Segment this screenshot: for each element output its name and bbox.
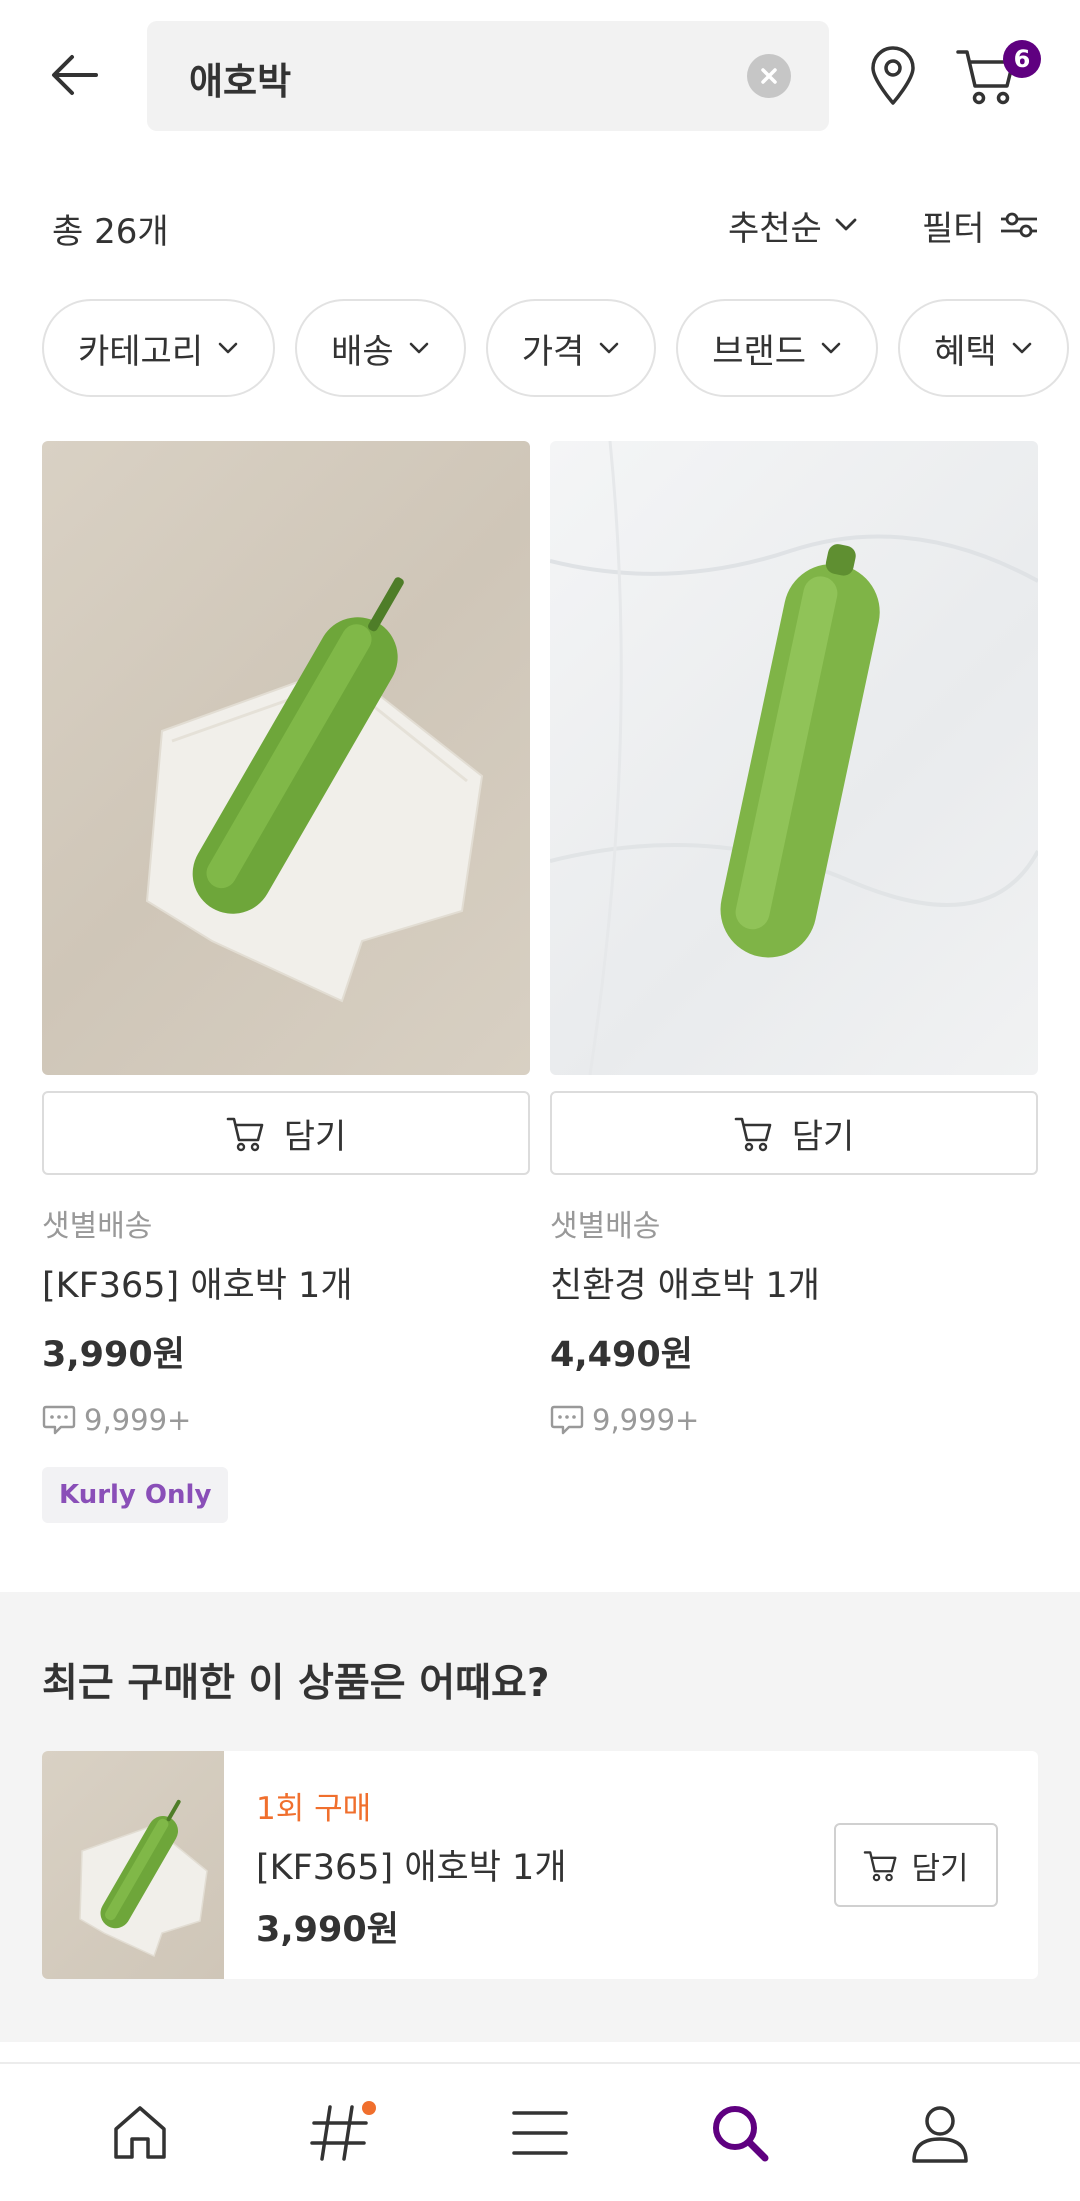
chip-label: 혜택: [934, 331, 997, 372]
sort-dropdown[interactable]: 추천순: [728, 202, 858, 249]
review-count: 9,999+: [42, 1403, 530, 1437]
nav-menu[interactable]: [490, 2083, 590, 2183]
chip-delivery[interactable]: 배송: [295, 299, 466, 397]
sliders-icon: [1000, 212, 1037, 238]
add-to-cart-button[interactable]: 담기: [42, 1091, 530, 1175]
product-card[interactable]: 담기 샛별배송 [KF365] 애호박 1개 3,990원 9,999+ Kur…: [42, 441, 530, 1523]
cart-icon: [734, 1117, 772, 1152]
filter-button[interactable]: 필터: [922, 202, 1039, 249]
filter-chips: 카테고리 배송 가격 브랜드 혜택: [42, 299, 1080, 399]
chip-brand[interactable]: 브랜드: [676, 299, 879, 397]
total-count: 총 26개: [52, 212, 169, 252]
recent-product-image[interactable]: [42, 1751, 224, 1979]
add-to-cart-button[interactable]: 담기: [834, 1823, 998, 1907]
nav-home[interactable]: [90, 2083, 190, 2183]
zucchini-thumbnail: [79, 1799, 208, 1958]
nav-hashtag[interactable]: [290, 2083, 390, 2183]
review-count: 9,999+: [550, 1403, 1038, 1437]
recent-product-name[interactable]: [KF365] 애호박 1개: [256, 1839, 567, 1890]
clear-search-button[interactable]: [747, 54, 791, 98]
search-query: 애호박: [189, 60, 292, 103]
chevron-down-icon: [599, 342, 619, 354]
review-count-text: 9,999+: [592, 1403, 700, 1437]
sort-label: 추천순: [728, 208, 822, 249]
chip-label: 배송: [331, 331, 394, 372]
bottom-navigation: [0, 2062, 1080, 2201]
add-label: 담기: [911, 1850, 969, 1887]
delivery-type: 샛별배송: [42, 1209, 153, 1244]
menu-icon: [512, 2110, 568, 2155]
chip-label: 브랜드: [712, 331, 807, 372]
review-count-text: 9,999+: [84, 1403, 192, 1437]
chip-label: 카테고리: [78, 331, 204, 372]
product-price: 3,990원: [42, 1335, 185, 1375]
nav-mypage[interactable]: [890, 2083, 990, 2183]
add-to-cart-button[interactable]: 담기: [550, 1091, 1038, 1175]
comment-icon: [550, 1405, 584, 1435]
cart-icon: [226, 1117, 264, 1152]
chevron-down-icon: [821, 342, 841, 354]
close-icon: [761, 68, 777, 84]
user-icon: [912, 2105, 968, 2163]
results-summary: 총 26개 추천순 필터: [0, 190, 1080, 260]
chevron-down-icon: [409, 342, 428, 354]
nav-search[interactable]: [690, 2083, 790, 2183]
recent-purchase-section: 최근 구매한 이 상품은 어때요? 1회 구매 [KF365] 애호박 1개 3…: [0, 1592, 1080, 2042]
product-price: 4,490원: [550, 1335, 693, 1375]
chip-benefit[interactable]: 혜택: [898, 299, 1069, 397]
location-button[interactable]: [860, 38, 926, 114]
filter-label: 필터: [922, 208, 985, 249]
search-input[interactable]: 애호박: [147, 21, 829, 131]
zucchini-on-cloth-image: [145, 577, 484, 1003]
product-card[interactable]: 담기 샛별배송 친환경 애호박 1개 4,490원 9,999+: [550, 441, 1038, 1437]
new-indicator-dot: [362, 2100, 376, 2115]
arrow-left-icon: [52, 55, 98, 95]
back-button[interactable]: [40, 40, 110, 110]
top-bar: 애호박 6: [0, 0, 1080, 150]
chevron-down-icon: [218, 342, 238, 354]
product-image[interactable]: [550, 441, 1038, 1075]
add-label: 담기: [791, 1116, 855, 1157]
recent-product-price: 3,990원: [256, 1910, 399, 1950]
add-label: 담기: [283, 1116, 347, 1157]
zucchini-on-white-image: [550, 441, 1038, 1075]
kurly-only-badge: Kurly Only: [42, 1467, 229, 1523]
purchase-count: 1회 구매: [256, 1791, 372, 1827]
chevron-down-icon: [835, 218, 857, 231]
cart-button[interactable]: 6: [955, 38, 1041, 114]
chip-category[interactable]: 카테고리: [42, 299, 276, 397]
chip-label: 가격: [521, 331, 585, 372]
comment-icon: [42, 1405, 76, 1435]
location-pin-icon: [871, 46, 915, 105]
search-icon: [713, 2105, 769, 2161]
product-name[interactable]: [KF365] 애호박 1개: [42, 1257, 530, 1308]
chip-price[interactable]: 가격: [485, 299, 657, 397]
cart-icon: [864, 1851, 897, 1882]
home-icon: [114, 2105, 166, 2159]
recent-product-card[interactable]: 1회 구매 [KF365] 애호박 1개 3,990원 담기: [42, 1751, 1038, 1979]
chevron-down-icon: [1012, 342, 1031, 354]
product-image[interactable]: [42, 441, 530, 1075]
cart-count-badge: 6: [1003, 40, 1041, 78]
section-title: 최근 구매한 이 상품은 어때요?: [42, 1661, 550, 1706]
delivery-type: 샛별배송: [550, 1209, 661, 1244]
product-name[interactable]: 친환경 애호박 1개: [550, 1257, 1038, 1308]
